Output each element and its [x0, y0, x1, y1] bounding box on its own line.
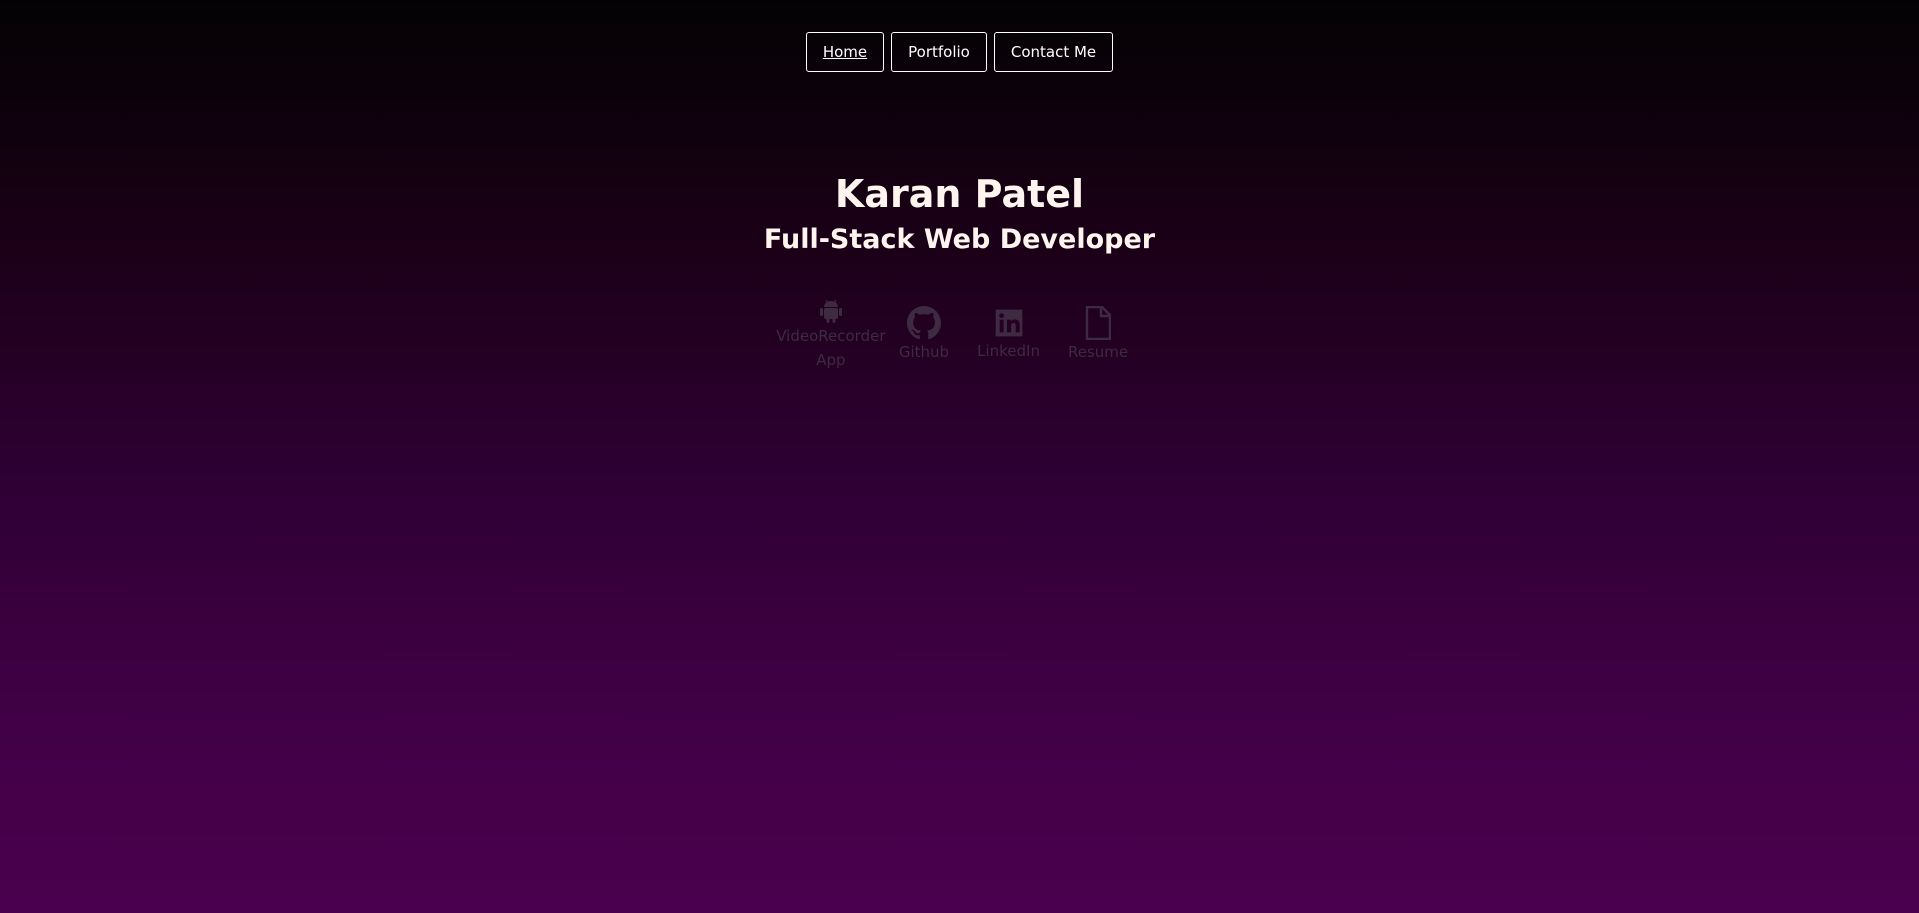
nav-portfolio-button[interactable]: Portfolio	[891, 32, 987, 72]
android-icon	[819, 299, 842, 323]
link-linkedin[interactable]: LinkedIn	[977, 307, 1040, 363]
link-label: Resume	[1067, 343, 1129, 361]
hero-name: Karan Patel	[834, 172, 1085, 216]
file-icon	[1085, 306, 1112, 340]
hero: Karan Patel Full-Stack Web Developer	[0, 168, 1919, 260]
linkedin-icon	[995, 309, 1022, 337]
link-label: LinkedIn	[977, 342, 1040, 360]
link-label-line2: App	[816, 351, 846, 369]
link-label-line1: VideoRecorder	[776, 327, 886, 345]
hero-role: Full-Stack Web Developer	[763, 224, 1156, 255]
social-links: VideoRecorder App Github LinkedIn Resume	[0, 298, 1919, 372]
github-icon	[906, 306, 941, 340]
nav-contact-button[interactable]: Contact Me	[993, 32, 1114, 72]
link-github[interactable]: Github	[899, 306, 949, 364]
link-videorecorder-app[interactable]: VideoRecorder App	[776, 298, 886, 372]
link-label: Github	[898, 343, 950, 361]
nav-home-button[interactable]: Home	[805, 32, 885, 72]
main-nav: Home Portfolio Contact Me	[0, 32, 1919, 72]
link-resume[interactable]: Resume	[1068, 306, 1128, 364]
